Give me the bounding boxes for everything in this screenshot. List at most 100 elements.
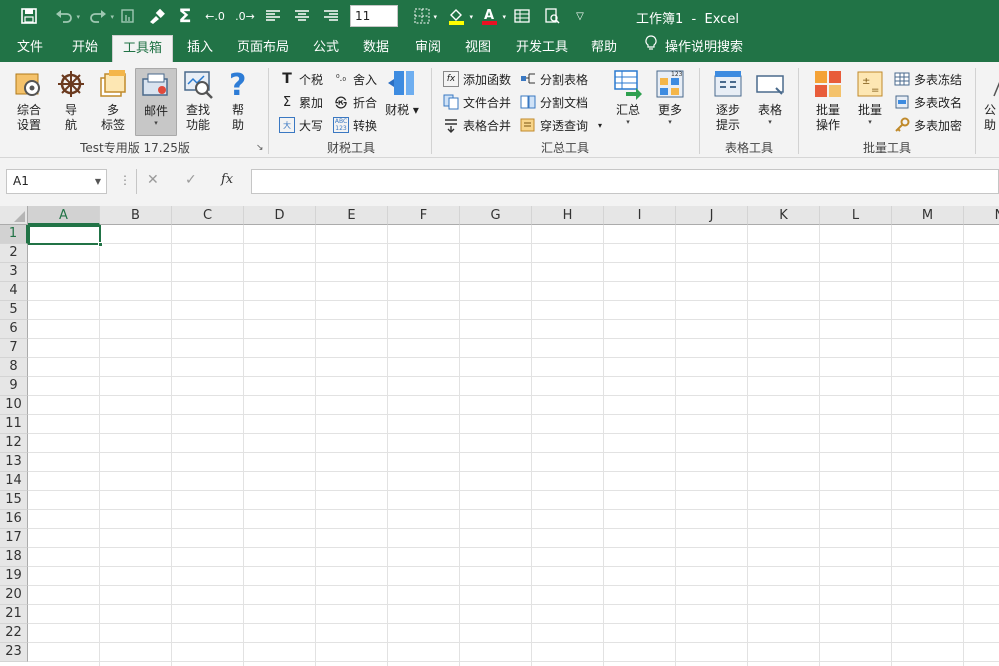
row-header-1[interactable]: 1 xyxy=(0,225,28,244)
column-header-a[interactable]: A xyxy=(28,206,100,225)
tab-developer[interactable]: 开发工具 xyxy=(516,33,568,62)
assistant-button[interactable]: 公 助 xyxy=(984,68,999,136)
row-header-16[interactable]: 16 xyxy=(0,510,28,529)
redo-icon[interactable]: ▾ xyxy=(84,4,114,28)
column-header-k[interactable]: K xyxy=(748,206,820,225)
row-header-17[interactable]: 17 xyxy=(0,529,28,548)
fill-handle[interactable] xyxy=(98,242,103,247)
name-box[interactable]: A1 ▼ xyxy=(6,169,107,194)
customize-quick-access-icon[interactable]: ▽ xyxy=(572,4,588,28)
undo-icon[interactable]: ▾ xyxy=(50,4,80,28)
find-button[interactable]: 查找 功能 xyxy=(180,68,216,136)
insert-function-icon[interactable]: fx xyxy=(221,172,233,187)
row-header-13[interactable]: 13 xyxy=(0,453,28,472)
decrease-decimal-icon[interactable]: .0→ xyxy=(233,4,257,28)
autosum-icon[interactable]: Σ xyxy=(174,4,196,28)
align-center-icon[interactable] xyxy=(292,4,312,28)
row-header-19[interactable]: 19 xyxy=(0,567,28,586)
tell-me-search[interactable]: 操作说明搜索 xyxy=(645,33,743,62)
accumulate-button[interactable]: Σ 累加 xyxy=(279,92,323,112)
touch-mode-icon[interactable] xyxy=(118,4,138,28)
column-header-b[interactable]: B xyxy=(100,206,172,225)
table-button[interactable]: 表格 ▾ xyxy=(751,68,789,136)
table-merge-button[interactable]: 表格合并 xyxy=(443,115,511,135)
row-header-6[interactable]: 6 xyxy=(0,320,28,339)
save-icon[interactable] xyxy=(18,4,40,28)
row-header-18[interactable]: 18 xyxy=(0,548,28,567)
step-hint-button[interactable]: 逐步 提示 xyxy=(707,68,749,136)
active-cell-a1[interactable] xyxy=(28,225,103,247)
cancel-icon[interactable]: ✕ xyxy=(147,172,159,188)
align-right-icon[interactable] xyxy=(321,4,341,28)
mail-button[interactable]: 邮件 ▾ xyxy=(135,68,177,136)
tab-data[interactable]: 数据 xyxy=(363,33,389,62)
finance-tax-button[interactable]: 财税 ▾ xyxy=(382,68,422,136)
convert-rate-button[interactable]: ㉿折合 xyxy=(333,92,377,112)
help-button[interactable]: ? 帮 助 xyxy=(223,68,253,136)
column-header-h[interactable]: H xyxy=(532,206,604,225)
tab-review[interactable]: 审阅 xyxy=(415,33,441,62)
income-tax-button[interactable]: T 个税 xyxy=(279,69,323,89)
multi-tab-button[interactable]: 多 标签 xyxy=(94,68,132,136)
formula-input[interactable] xyxy=(251,169,999,194)
tab-formulas[interactable]: 公式 xyxy=(313,33,339,62)
row-header-5[interactable]: 5 xyxy=(0,301,28,320)
row-header-22[interactable]: 22 xyxy=(0,624,28,643)
row-header-9[interactable]: 9 xyxy=(0,377,28,396)
tab-file[interactable]: 文件 xyxy=(17,33,43,62)
tab-view[interactable]: 视图 xyxy=(465,33,491,62)
row-header-8[interactable]: 8 xyxy=(0,358,28,377)
file-merge-button[interactable]: 文件合并 xyxy=(443,92,511,112)
batch-operation-button[interactable]: 批量 操作 xyxy=(808,68,848,136)
column-header-e[interactable]: E xyxy=(316,206,388,225)
row-header-2[interactable]: 2 xyxy=(0,244,28,263)
summary-button[interactable]: 汇总 ▾ xyxy=(610,68,646,136)
enter-icon[interactable]: ✓ xyxy=(185,172,197,188)
dialog-launcher-icon[interactable]: ↘ xyxy=(256,143,264,153)
column-header-g[interactable]: G xyxy=(460,206,532,225)
row-header-14[interactable]: 14 xyxy=(0,472,28,491)
multi-freeze-button[interactable]: 多表冻结 xyxy=(894,69,962,89)
font-color-icon[interactable]: A ▾ xyxy=(476,4,506,28)
column-header-d[interactable]: D xyxy=(244,206,316,225)
tab-insert[interactable]: 插入 xyxy=(187,33,213,62)
row-header-10[interactable]: 10 xyxy=(0,396,28,415)
column-header-l[interactable]: L xyxy=(820,206,892,225)
column-header-c[interactable]: C xyxy=(172,206,244,225)
column-header-i[interactable]: I xyxy=(604,206,676,225)
borders-icon[interactable]: ▾ xyxy=(409,4,437,28)
column-header-j[interactable]: J xyxy=(676,206,748,225)
row-header-15[interactable]: 15 xyxy=(0,491,28,510)
navigation-button[interactable]: 导 航 xyxy=(54,68,88,136)
more-button[interactable]: 123 更多 ▾ xyxy=(652,68,688,136)
column-header-n[interactable]: N xyxy=(964,206,999,225)
round-button[interactable]: ⁰.₀ 舍入 xyxy=(333,69,377,89)
tab-home[interactable]: 开始 xyxy=(72,33,98,62)
uppercase-button[interactable]: 大大写 xyxy=(279,115,323,135)
increase-decimal-icon[interactable]: ←.0 xyxy=(203,4,227,28)
multi-encrypt-button[interactable]: 多表加密 xyxy=(894,115,962,135)
row-header-20[interactable]: 20 xyxy=(0,586,28,605)
settings-button[interactable]: 综合 设置 xyxy=(8,68,50,136)
row-header-21[interactable]: 21 xyxy=(0,605,28,624)
format-painter-icon[interactable] xyxy=(146,4,168,28)
row-header-11[interactable]: 11 xyxy=(0,415,28,434)
row-header-3[interactable]: 3 xyxy=(0,263,28,282)
split-table-button[interactable]: 分割表格 xyxy=(520,69,588,89)
print-preview-icon[interactable] xyxy=(541,4,563,28)
row-header-4[interactable]: 4 xyxy=(0,282,28,301)
drill-query-button[interactable]: 穿透查询 ▾ xyxy=(520,115,602,135)
drag-handle-icon[interactable]: ⋮ xyxy=(119,173,131,187)
tab-help[interactable]: 帮助 xyxy=(591,33,617,62)
align-left-icon[interactable] xyxy=(263,4,283,28)
split-doc-button[interactable]: 分割文档 xyxy=(520,92,588,112)
tab-page-layout[interactable]: 页面布局 xyxy=(237,33,289,62)
add-function-button[interactable]: fx 添加函数 xyxy=(443,69,511,89)
cell-styles-icon[interactable] xyxy=(511,4,533,28)
select-all-button[interactable] xyxy=(0,206,28,225)
tab-toolbox[interactable]: 工具箱 xyxy=(112,35,174,62)
font-size-input[interactable]: 11 xyxy=(350,5,398,27)
row-header-7[interactable]: 7 xyxy=(0,339,28,358)
row-header-12[interactable]: 12 xyxy=(0,434,28,453)
batch-button[interactable]: ± = 批量 ▾ xyxy=(851,68,889,136)
